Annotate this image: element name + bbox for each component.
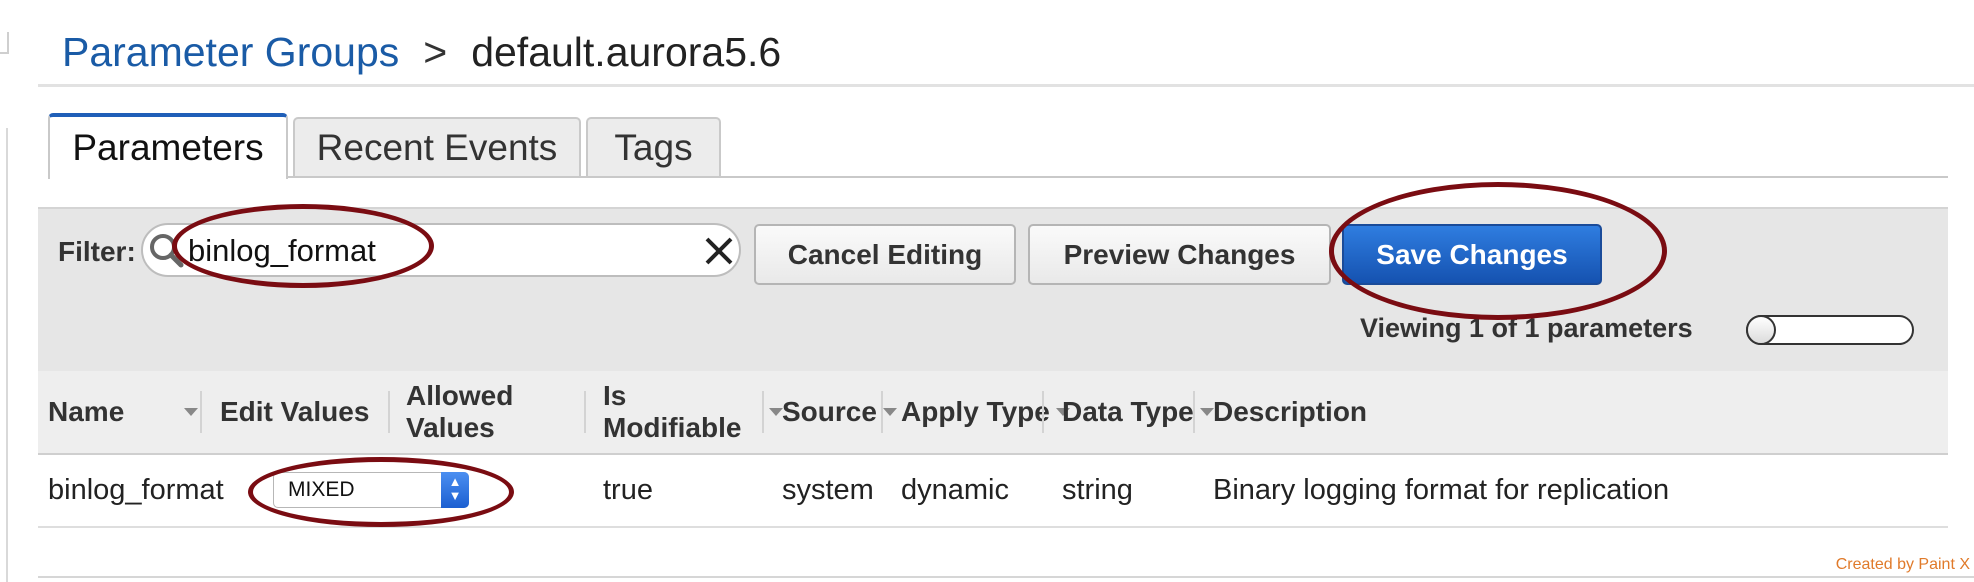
breadcrumb-parameter-groups-link[interactable]: Parameter Groups — [62, 29, 399, 76]
column-header-label: Apply Type — [901, 396, 1050, 427]
column-divider — [388, 391, 390, 433]
clear-filter-icon[interactable] — [703, 235, 735, 267]
filter-toolbar: Filter: Cancel Editing Preview Changes S… — [38, 207, 1948, 373]
column-divider — [762, 391, 764, 433]
breadcrumb: Parameter Groups > default.aurora5.6 — [62, 22, 781, 82]
table-row: binlog_format MIXED ▲ ▼ true system dynam… — [38, 455, 1948, 528]
save-changes-button[interactable]: Save Changes — [1342, 224, 1602, 285]
column-header-apply-type[interactable]: Apply Type — [901, 371, 1071, 453]
column-header-label: Description — [1213, 396, 1368, 427]
watermark-credit: Created by Paint X — [1835, 556, 1970, 573]
column-header-edit-values: Edit Values — [220, 371, 380, 453]
filter-field — [141, 223, 741, 277]
breadcrumb-separator: > — [423, 28, 448, 75]
column-header-label: Allowed Values — [406, 380, 514, 443]
column-divider — [881, 391, 883, 433]
column-header-description: Description — [1213, 371, 1513, 453]
preview-changes-button[interactable]: Preview Changes — [1028, 224, 1331, 285]
column-header-label: Is Modifiable — [603, 380, 742, 443]
sort-arrow-icon — [882, 408, 897, 416]
column-header-label: Name — [48, 396, 125, 427]
cancel-editing-button[interactable]: Cancel Editing — [754, 224, 1016, 285]
column-divider — [1042, 391, 1044, 433]
edit-value-selected: MIXED — [288, 478, 355, 501]
filter-input[interactable] — [188, 233, 668, 269]
slider-knob[interactable] — [1746, 315, 1776, 345]
cell-source: system — [782, 474, 874, 506]
tab-recent-events[interactable]: Recent Events — [293, 117, 581, 177]
column-divider — [584, 391, 586, 433]
table-header: Name Edit Values Allowed Values Is Modif… — [38, 371, 1948, 455]
column-header-label: Source — [782, 396, 877, 427]
cell-is-modifiable: true — [603, 474, 653, 506]
tab-tags[interactable]: Tags — [586, 117, 721, 177]
column-header-data-type[interactable]: Data Type — [1062, 371, 1222, 453]
column-header-label: Data Type — [1062, 396, 1194, 427]
table-bottom-divider — [38, 576, 1974, 578]
viewing-count: Viewing 1 of 1 parameters — [1360, 313, 1693, 343]
sort-arrow-icon — [769, 408, 783, 416]
column-header-is-modifiable[interactable]: Is Modifiable — [603, 371, 783, 453]
cell-data-type: string — [1062, 474, 1133, 506]
window-edge-mark — [0, 32, 9, 54]
sidebar-edge — [6, 128, 8, 582]
sort-arrow-icon — [1199, 408, 1214, 416]
page-size-slider[interactable] — [1746, 315, 1914, 345]
cell-allowed-values — [406, 455, 576, 526]
column-header-allowed-values: Allowed Values — [406, 371, 586, 453]
column-header-source[interactable]: Source — [782, 371, 897, 453]
header-divider — [38, 84, 1974, 87]
column-header-label: Edit Values — [220, 396, 370, 427]
filter-label: Filter: — [58, 236, 136, 267]
cell-description: Binary logging format for replication — [1213, 474, 1670, 506]
cell-apply-type: dynamic — [901, 474, 1009, 506]
column-header-name[interactable]: Name — [48, 371, 198, 453]
search-icon — [147, 231, 187, 271]
tab-parameters[interactable]: Parameters — [48, 113, 288, 179]
column-divider — [200, 391, 202, 433]
page-title: default.aurora5.6 — [471, 28, 782, 75]
sort-arrow-icon[interactable] — [184, 408, 198, 416]
tab-divider — [48, 176, 1948, 178]
column-divider — [1193, 391, 1195, 433]
cell-name: binlog_format — [48, 474, 224, 506]
